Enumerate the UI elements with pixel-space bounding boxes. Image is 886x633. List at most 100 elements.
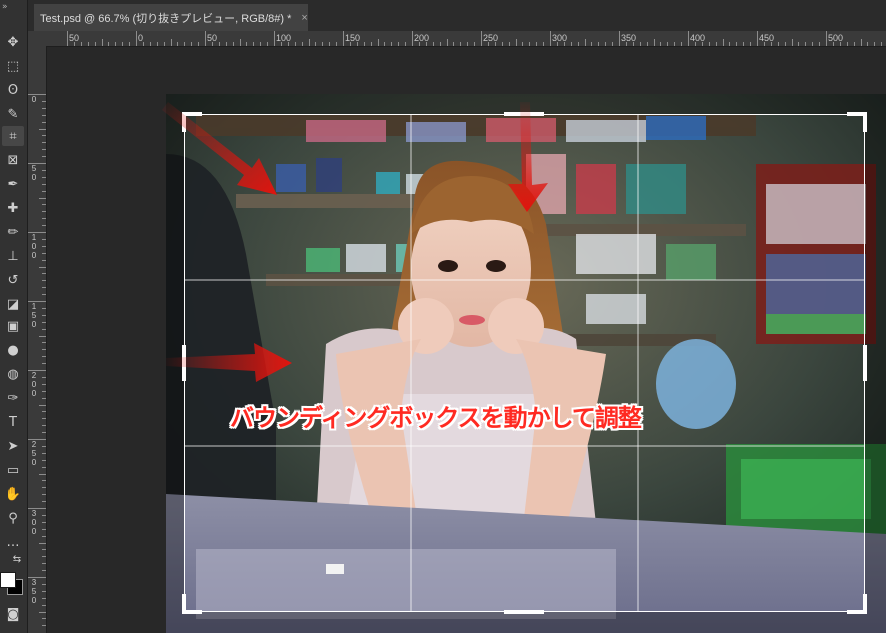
ruler-minor-tick: [42, 307, 46, 309]
ruler-minor-tick: [391, 42, 393, 46]
ruler-label: 1: [31, 233, 37, 242]
ruler-minor-tick: [42, 176, 46, 178]
dodge-tool-icon[interactable]: ◍: [2, 364, 24, 384]
lasso-tool-icon[interactable]: ʘ: [2, 80, 24, 100]
ruler-minor-tick: [632, 42, 634, 46]
ruler-minor-tick: [42, 425, 46, 427]
ruler-minor-tick: [39, 335, 46, 337]
ruler-minor-tick: [432, 42, 434, 46]
ruler-minor-tick: [439, 42, 441, 46]
ruler-minor-tick: [467, 42, 469, 46]
ruler-minor-tick: [42, 100, 46, 102]
ruler-minor-tick: [625, 42, 627, 46]
document-tab[interactable]: Test.psd @ 66.7% (切り抜きプレビュー, RGB/8#) * ×: [34, 4, 308, 31]
ruler-minor-tick: [42, 245, 46, 247]
ruler-minor-tick: [591, 42, 593, 46]
ruler-minor-tick: [398, 42, 400, 46]
blur-tool-icon[interactable]: ●: [2, 340, 24, 360]
ruler-minor-tick: [198, 42, 200, 46]
shape-tool-icon[interactable]: ▭: [2, 460, 24, 480]
ruler-minor-tick: [184, 42, 186, 46]
move-tool-icon[interactable]: ✥: [2, 32, 24, 52]
ruler-minor-tick: [42, 204, 46, 206]
ruler-minor-tick: [73, 42, 75, 46]
ruler-major-tick: [826, 31, 827, 46]
ruler-minor-tick: [791, 39, 793, 46]
ruler-minor-tick: [377, 39, 379, 46]
ruler-minor-tick: [42, 218, 46, 220]
ruler-minor-tick: [529, 42, 531, 46]
crop-tool-icon[interactable]: ⌗: [2, 126, 24, 146]
ruler-label: 3: [31, 509, 37, 518]
ruler-minor-tick: [42, 156, 46, 158]
photo-image[interactable]: [166, 94, 886, 633]
ruler-minor-tick: [487, 42, 489, 46]
ruler-minor-tick: [42, 314, 46, 316]
ruler-minor-tick: [42, 418, 46, 420]
ruler-minor-tick: [708, 42, 710, 46]
ruler-minor-tick: [42, 342, 46, 344]
ruler-minor-tick: [446, 39, 448, 46]
ruler-minor-tick: [819, 42, 821, 46]
ruler-minor-tick: [42, 466, 46, 468]
close-tab-icon[interactable]: ×: [301, 12, 307, 24]
collapse-toolbar-icon[interactable]: »: [2, 2, 8, 12]
path-select-tool-icon[interactable]: ➤: [2, 436, 24, 456]
marquee-tool-icon[interactable]: ⬚: [2, 56, 24, 76]
pen-tool-icon[interactable]: ✑: [2, 388, 24, 408]
type-tool-icon[interactable]: T: [2, 412, 24, 432]
ruler-minor-tick: [701, 42, 703, 46]
ruler-minor-tick: [225, 42, 227, 46]
ruler-minor-tick: [42, 169, 46, 171]
ruler-minor-tick: [42, 604, 46, 606]
vertical-ruler[interactable]: 050100150200250300350: [28, 46, 47, 633]
ruler-minor-tick: [94, 42, 96, 46]
ruler-minor-tick: [39, 266, 46, 268]
zoom-tool-icon[interactable]: ⚲: [2, 508, 24, 528]
ruler-minor-tick: [363, 42, 365, 46]
ruler-major-tick: [412, 31, 413, 46]
quick-select-tool-icon[interactable]: ✎: [2, 104, 24, 124]
swap-colors-icon[interactable]: ⇆: [10, 553, 24, 567]
ruler-minor-tick: [42, 480, 46, 482]
history-brush-tool-icon[interactable]: ↺: [2, 270, 24, 290]
ruler-minor-tick: [370, 42, 372, 46]
foreground-color-swatch[interactable]: [0, 572, 16, 588]
ruler-minor-tick: [246, 42, 248, 46]
brush-tool-icon[interactable]: ✏: [2, 222, 24, 242]
more-tools-icon[interactable]: …: [2, 532, 24, 552]
ruler-minor-tick: [42, 211, 46, 213]
ruler-label: 0: [31, 320, 37, 329]
hand-tool-icon[interactable]: ✋: [2, 484, 24, 504]
healing-brush-tool-icon[interactable]: ✚: [2, 198, 24, 218]
document-tab-title: Test.psd @ 66.7% (切り抜きプレビュー, RGB/8#) *: [40, 12, 292, 25]
ruler-origin[interactable]: [28, 31, 46, 46]
quick-mask-icon[interactable]: ◙: [2, 604, 24, 624]
ruler-minor-tick: [722, 39, 724, 46]
ruler-minor-tick: [42, 514, 46, 516]
ruler-minor-tick: [42, 287, 46, 289]
ruler-major-tick: [757, 31, 758, 46]
ruler-major-tick: [28, 577, 46, 578]
ruler-minor-tick: [805, 42, 807, 46]
clone-stamp-tool-icon[interactable]: ⊥: [2, 246, 24, 266]
gradient-tool-icon[interactable]: ▣: [2, 316, 24, 336]
ruler-minor-tick: [108, 42, 110, 46]
ruler-minor-tick: [336, 42, 338, 46]
horizontal-ruler[interactable]: 50050100150200250300350400450500550: [46, 31, 886, 47]
ruler-minor-tick: [101, 39, 103, 46]
ruler-label: 2: [31, 440, 37, 449]
ruler-major-tick: [28, 301, 46, 302]
ruler-minor-tick: [405, 42, 407, 46]
ruler-minor-tick: [42, 121, 46, 123]
ruler-minor-tick: [639, 42, 641, 46]
eraser-tool-icon[interactable]: ◪: [2, 294, 24, 314]
eyedropper-tool-icon[interactable]: ✒: [2, 174, 24, 194]
ruler-minor-tick: [191, 42, 193, 46]
ruler-minor-tick: [80, 42, 82, 46]
frame-tool-icon[interactable]: ⊠: [2, 150, 24, 170]
ruler-major-tick: [205, 31, 206, 46]
ruler-minor-tick: [494, 42, 496, 46]
ruler-minor-tick: [763, 42, 765, 46]
ruler-minor-tick: [42, 107, 46, 109]
